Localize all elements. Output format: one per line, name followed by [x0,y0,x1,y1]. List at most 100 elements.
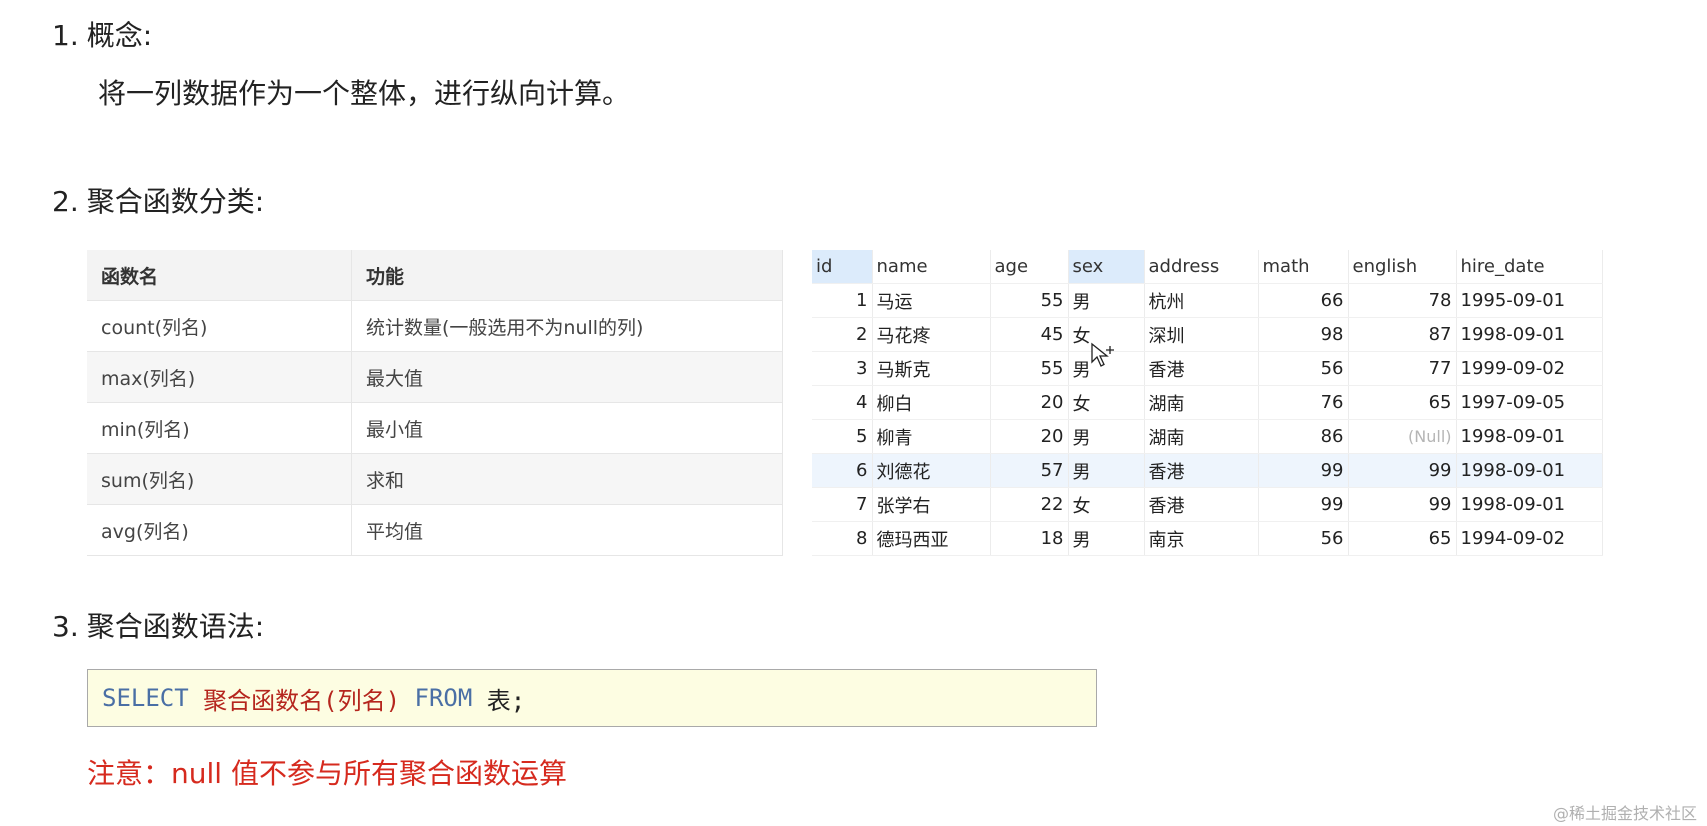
grid-cell-math[interactable]: 98 [1258,317,1349,352]
grid-cell-value: 1998-09-01 [1460,460,1566,481]
grid-cell-english[interactable]: 87 [1348,317,1457,352]
grid-cell-hire-date[interactable]: 1994-09-02 [1456,521,1603,556]
grid-cell-address[interactable]: 香港 [1144,487,1259,522]
grid-cell-address[interactable]: 湖南 [1144,385,1259,420]
grid-cell-english[interactable]: 99 [1348,453,1457,488]
grid-cell-name[interactable]: 刘德花 [872,453,991,488]
grid-cell-sex[interactable]: 男 [1068,283,1145,318]
grid-cell-name[interactable]: 马花疼 [872,317,991,352]
grid-header-name[interactable]: name [872,250,991,284]
grid-cell-hire-date[interactable]: 1998-09-01 [1456,487,1603,522]
grid-row[interactable]: 2 马花疼 45 女 深圳 98 87 1998-09-01 [812,317,1603,352]
grid-cell-id[interactable]: 5 [812,419,873,454]
grid-cell-name[interactable]: 柳白 [872,385,991,420]
grid-cell-sex[interactable]: 男 [1068,521,1145,556]
grid-row[interactable]: 5 柳青 20 男 湖南 86 (Null) 1998-09-01 [812,419,1603,454]
grid-cell-id[interactable]: 7 [812,487,873,522]
grid-row[interactable]: 4 柳白 20 女 湖南 76 65 1997-09-05 [812,385,1603,420]
grid-cell-address[interactable]: 南京 [1144,521,1259,556]
grid-cell-english[interactable]: 65 [1348,521,1457,556]
grid-cell-age[interactable]: 45 [990,317,1069,352]
grid-cell-id[interactable]: 4 [812,385,873,420]
grid-cell-id[interactable]: 3 [812,351,873,386]
grid-row[interactable]: 1 马运 55 男 杭州 66 78 1995-09-01 [812,283,1603,318]
grid-header-math[interactable]: math [1258,250,1349,284]
grid-cell-value: 5 [856,426,868,447]
section-3-title: 聚合函数语法: [86,610,265,643]
grid-cell-value: 99 [1320,460,1344,481]
grid-cell-hire-date[interactable]: 1997-09-05 [1456,385,1603,420]
grid-cell-age[interactable]: 20 [990,419,1069,454]
grid-cell-address[interactable]: 湖南 [1144,419,1259,454]
grid-header-hire-date[interactable]: hire_date [1456,250,1603,284]
grid-row[interactable]: 7 张学右 22 女 香港 99 99 1998-09-01 [812,487,1603,522]
grid-cell-address[interactable]: 香港 [1144,351,1259,386]
grid-cell-math[interactable]: 56 [1258,521,1349,556]
section-1-title: 概念: [86,19,153,52]
grid-cell-english[interactable]: 78 [1348,283,1457,318]
grid-cell-english[interactable]: 99 [1348,487,1457,522]
grid-header-address[interactable]: address [1144,250,1259,284]
grid-cell-hire-date[interactable]: 1999-09-02 [1456,351,1603,386]
syntax-from-keyword: FROM [414,684,473,712]
grid-cell-age[interactable]: 55 [990,351,1069,386]
grid-cell-sex[interactable]: 男 [1068,453,1145,488]
grid-cell-value: 55 [1040,290,1064,311]
grid-cell-name[interactable]: 柳青 [872,419,991,454]
grid-cell-age[interactable]: 22 [990,487,1069,522]
grid-cell-age[interactable]: 20 [990,385,1069,420]
grid-header-id[interactable]: id [812,250,873,284]
grid-cell-math[interactable]: 86 [1258,419,1349,454]
grid-cell-value: 99 [1428,460,1452,481]
grid-cell-address[interactable]: 杭州 [1144,283,1259,318]
grid-cell-value: 男 [1072,529,1091,551]
grid-cell-address[interactable]: 香港 [1144,453,1259,488]
grid-cell-hire-date[interactable]: 1995-09-01 [1456,283,1603,318]
grid-header-age[interactable]: age [990,250,1069,284]
grid-row[interactable]: 3 马斯克 55 男 香港 56 77 1999-09-02 [812,351,1603,386]
grid-cell-value: 马运 [876,291,913,313]
grid-cell-id[interactable]: 6 [812,453,873,488]
grid-cell-math[interactable]: 99 [1258,453,1349,488]
grid-cell-english[interactable]: 65 [1348,385,1457,420]
grid-cell-age[interactable]: 18 [990,521,1069,556]
function-row: avg(列名) 平均值 [87,504,783,556]
grid-cell-hire-date[interactable]: 1998-09-01 [1456,317,1603,352]
grid-cell-value: 3 [856,358,868,379]
grid-cell-id[interactable]: 2 [812,317,873,352]
move-cursor-icon [1091,342,1114,367]
section-3-number: 3. [52,610,79,643]
grid-cell-english[interactable]: 77 [1348,351,1457,386]
grid-cell-hire-date[interactable]: 1998-09-01 [1456,419,1603,454]
grid-cell-math[interactable]: 66 [1258,283,1349,318]
grid-cell-math[interactable]: 56 [1258,351,1349,386]
function-desc-header: 功能 [351,250,783,301]
grid-cell-address[interactable]: 深圳 [1144,317,1259,352]
grid-cell-value: 56 [1320,358,1344,379]
function-name: avg(列名) [87,504,352,556]
grid-cell-name[interactable]: 张学右 [872,487,991,522]
grid-cell-name[interactable]: 马运 [872,283,991,318]
grid-cell-age[interactable]: 55 [990,283,1069,318]
grid-cell-value: 张学右 [876,495,931,517]
grid-cell-math[interactable]: 76 [1258,385,1349,420]
grid-row[interactable]: 6 刘德花 57 男 香港 99 99 1998-09-01 [812,453,1603,488]
grid-cell-sex[interactable]: 女 [1068,487,1145,522]
grid-cell-value: 男 [1072,291,1091,313]
grid-cell-name[interactable]: 德玛西亚 [872,521,991,556]
grid-header-english[interactable]: english [1348,250,1457,284]
grid-header-sex[interactable]: sex [1068,250,1145,284]
grid-cell-hire-date[interactable]: 1998-09-01 [1456,453,1603,488]
grid-cell-english[interactable]: (Null) [1348,419,1457,454]
grid-cell-id[interactable]: 8 [812,521,873,556]
function-desc: 求和 [351,453,783,505]
grid-cell-sex[interactable]: 女 [1068,385,1145,420]
grid-cell-id[interactable]: 1 [812,283,873,318]
grid-cell-math[interactable]: 99 [1258,487,1349,522]
grid-cell-value: 男 [1072,359,1091,381]
grid-cell-sex[interactable]: 男 [1068,419,1145,454]
grid-cell-name[interactable]: 马斯克 [872,351,991,386]
grid-row[interactable]: 8 德玛西亚 18 男 南京 56 65 1994-09-02 [812,521,1603,556]
null-note: 注意：null 值不参与所有聚合函数运算 [87,757,567,790]
grid-cell-age[interactable]: 57 [990,453,1069,488]
